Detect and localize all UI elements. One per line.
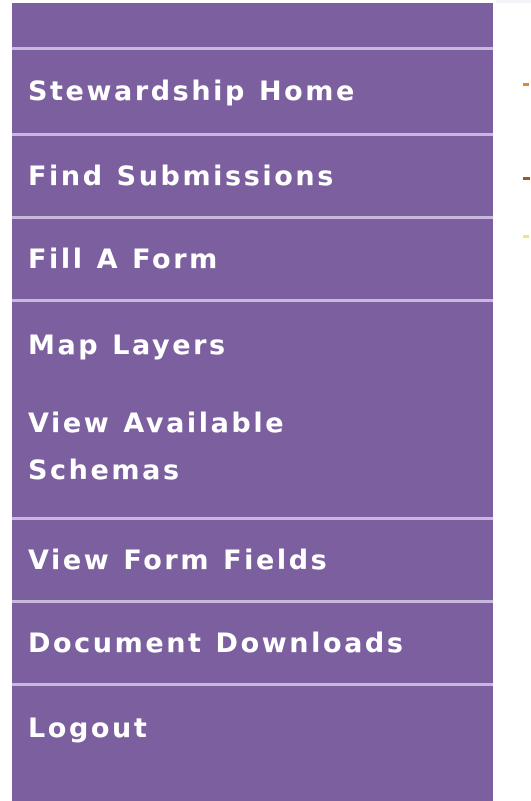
nav-item-view-available-schemas[interactable]: View Available Schemas	[12, 388, 372, 517]
nav-item-view-form-fields[interactable]: View Form Fields	[12, 520, 493, 600]
nav-item-label: Stewardship Home	[28, 76, 357, 107]
nav-item-label: Find Submissions	[28, 160, 336, 192]
clipped-content-mark	[523, 83, 529, 86]
sidebar-nav: Stewardship Home Find Submissions Fill A…	[12, 3, 493, 801]
main-content-area	[496, 0, 531, 801]
nav-item-document-downloads[interactable]: Document Downloads	[12, 603, 493, 683]
nav-item-stewardship-home[interactable]: Stewardship Home	[12, 50, 493, 133]
nav-item-label: Logout	[28, 713, 150, 744]
nav-item-label: View Available Schemas	[28, 408, 287, 486]
nav-item-label: View Form Fields	[28, 544, 330, 576]
clipped-content-mark	[523, 177, 530, 180]
sidebar-header	[12, 3, 493, 50]
nav-item-label: Document Downloads	[28, 627, 406, 659]
nav-item-map-layers[interactable]: Map Layers	[12, 302, 493, 388]
clipped-content-mark	[523, 235, 529, 238]
nav-item-label: Fill A Form	[28, 243, 220, 275]
nav-item-fill-a-form[interactable]: Fill A Form	[12, 219, 493, 299]
nav-item-logout[interactable]: Logout	[12, 686, 493, 771]
nav-item-label: Map Layers	[28, 329, 228, 361]
content-top-edge	[496, 0, 531, 3]
nav-item-find-submissions[interactable]: Find Submissions	[12, 136, 493, 216]
